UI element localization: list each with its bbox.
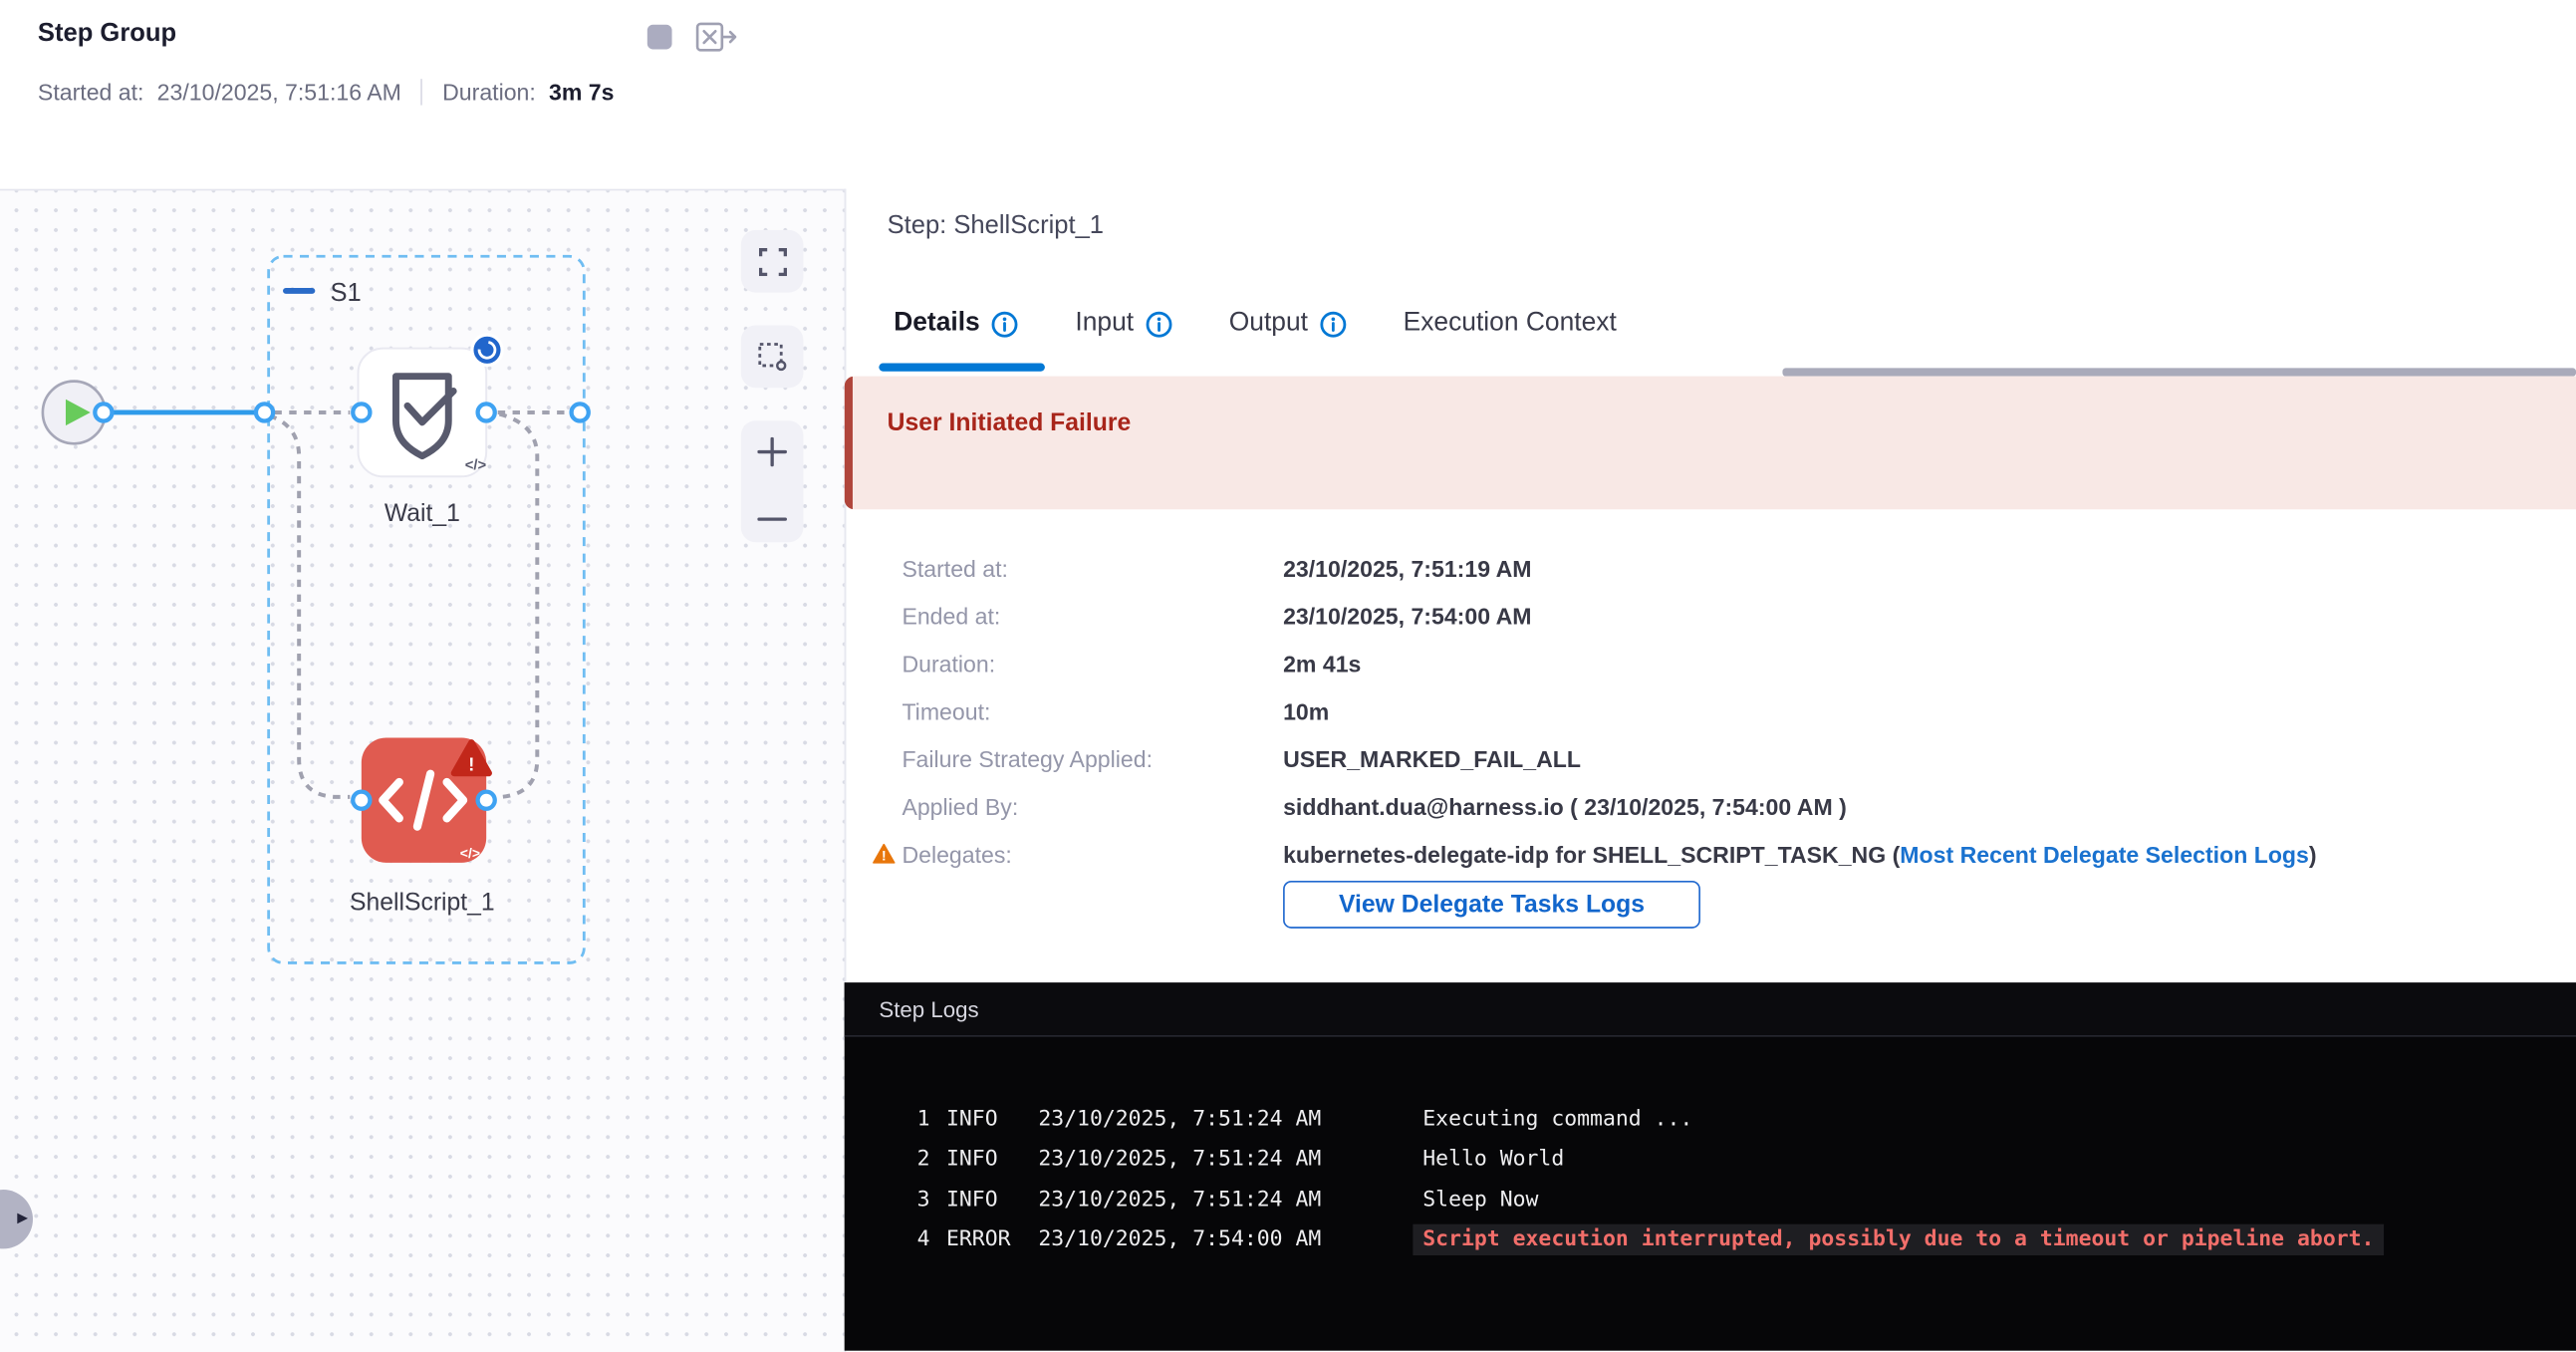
- template-code-icon: </>: [460, 845, 480, 861]
- step-details-list: Started at:23/10/2025, 7:51:19 AMEnded a…: [845, 544, 2576, 878]
- log-timestamp: 23/10/2025, 7:54:00 AM: [1038, 1227, 1360, 1252]
- log-message: Sleep Now: [1422, 1188, 1538, 1213]
- meta-divider: [421, 79, 423, 105]
- node-shellscript-1[interactable]: </> ! ShellScript_1: [350, 738, 495, 917]
- template-code-icon: </>: [465, 458, 487, 474]
- duration-label: Duration:: [442, 79, 536, 105]
- detail-row: Applied By:siddhant.dua@harness.io ( 23/…: [845, 782, 2576, 830]
- log-message: Executing command ...: [1422, 1107, 1692, 1132]
- info-icon[interactable]: [991, 310, 1019, 338]
- detail-value: 10m: [1283, 697, 1329, 723]
- step-panel-title: Step: ShellScript_1: [888, 212, 1104, 242]
- log-timestamp: 23/10/2025, 7:51:24 AM: [1038, 1148, 1360, 1173]
- abort-exit-icon[interactable]: [695, 20, 738, 65]
- log-level: INFO: [946, 1148, 1022, 1173]
- detail-label: Failure Strategy Applied:: [902, 745, 1283, 771]
- failure-banner: User Initiated Failure: [845, 376, 2576, 509]
- log-line: 4 ERROR 23/10/2025, 7:54:00 AM Script execu…: [845, 1220, 2576, 1260]
- running-status-badge: [472, 335, 502, 365]
- tab-input[interactable]: Input: [1075, 309, 1172, 339]
- stop-icon[interactable]: [647, 25, 672, 50]
- page-title: Step Group: [38, 20, 176, 50]
- detail-value: 23/10/2025, 7:51:19 AM: [1283, 555, 1531, 581]
- duration-value: 3m 7s: [549, 79, 614, 105]
- detail-label: Duration:: [902, 650, 1283, 676]
- step-logs-header: Step Logs: [845, 982, 2576, 1036]
- detail-value: 2m 41s: [1283, 650, 1361, 676]
- tab-execution-context[interactable]: Execution Context: [1404, 309, 1617, 339]
- chevron-right-icon: ▸: [17, 1205, 28, 1230]
- detail-label: Applied By:: [902, 793, 1283, 819]
- started-at-value: 23/10/2025, 7:51:16 AM: [157, 79, 401, 105]
- connection-ports[interactable]: [95, 404, 588, 808]
- info-icon[interactable]: [1320, 310, 1348, 338]
- log-line-number: 1: [903, 1107, 929, 1132]
- active-tab-indicator: [879, 363, 1045, 371]
- tab-label: Output: [1229, 309, 1308, 339]
- log-level: ERROR: [946, 1227, 1022, 1252]
- tab-details[interactable]: Details: [894, 309, 1019, 339]
- log-lines: 1 INFO 23/10/2025, 7:51:24 AM Executing com…: [845, 1037, 2576, 1260]
- fullscreen-button[interactable]: [741, 230, 804, 293]
- detail-row: Timeout:10m: [845, 686, 2576, 734]
- pipeline-canvas[interactable]: S1 </>: [0, 189, 846, 1352]
- zoom-in-button[interactable]: [757, 437, 787, 467]
- detail-value: siddhant.dua@harness.io ( 23/10/2025, 7:…: [1283, 793, 1847, 819]
- log-level: INFO: [946, 1188, 1022, 1213]
- view-delegate-tasks-logs-button[interactable]: View Delegate Tasks Logs: [1283, 881, 1700, 929]
- failure-banner-text: User Initiated Failure: [888, 408, 1132, 436]
- zoom-controls: [741, 420, 804, 542]
- fullscreen-icon: [758, 247, 786, 275]
- execution-meta: Started at: 23/10/2025, 7:51:16 AM Durat…: [38, 79, 615, 105]
- warning-icon: !: [873, 843, 896, 864]
- detail-label: Ended at:: [902, 602, 1283, 628]
- log-line: 1 INFO 23/10/2025, 7:51:24 AM Executing com…: [845, 1099, 2576, 1139]
- detail-label: Delegates:: [902, 841, 1283, 867]
- started-at-label: Started at:: [38, 79, 144, 105]
- log-timestamp: 23/10/2025, 7:51:24 AM: [1038, 1188, 1360, 1213]
- log-line-number: 2: [903, 1148, 929, 1173]
- step-logs-console[interactable]: Step Logs 1 INFO 23/10/2025, 7:51:24 AM Exe…: [845, 982, 2576, 1350]
- log-line-number: 4: [903, 1227, 929, 1252]
- detail-value: kubernetes-delegate-idp for SHELL_SCRIPT…: [1283, 841, 2317, 867]
- step-logs-title: Step Logs: [879, 996, 978, 1021]
- log-timestamp: 23/10/2025, 7:51:24 AM: [1038, 1107, 1360, 1132]
- tab-label: Input: [1075, 309, 1134, 339]
- tab-output[interactable]: Output: [1229, 309, 1348, 339]
- step-tabs: Details Input Output Execution Context: [894, 309, 1617, 339]
- marquee-select-icon: [757, 342, 787, 372]
- horizontal-scrollbar[interactable]: [1782, 368, 2576, 375]
- log-message: Hello World: [1422, 1148, 1564, 1173]
- log-line: 2 INFO 23/10/2025, 7:51:24 AM Hello World: [845, 1140, 2576, 1180]
- detail-row: Duration:2m 41s: [845, 640, 2576, 687]
- detail-row: Failure Strategy Applied:USER_MARKED_FAI…: [845, 734, 2576, 782]
- detail-label: Started at:: [902, 555, 1283, 581]
- detail-label: Timeout:: [902, 697, 1283, 723]
- zoom-out-button[interactable]: [757, 513, 787, 526]
- log-line-number: 3: [903, 1188, 929, 1213]
- detail-value: 23/10/2025, 7:54:00 AM: [1283, 602, 1531, 628]
- delegate-selection-logs-link[interactable]: Most Recent Delegate Selection Logs: [1900, 841, 2309, 867]
- tab-label: Details: [894, 309, 980, 339]
- group-label: S1: [330, 279, 361, 307]
- node-wait-1[interactable]: </> Wait_1: [359, 335, 503, 527]
- info-icon[interactable]: [1146, 310, 1173, 338]
- step-group-execution-screen: Step Group Started at: 23/10/2025, 7:51:…: [0, 0, 2576, 1351]
- svg-text:!: !: [882, 848, 887, 864]
- failure-banner-accent: [845, 376, 853, 509]
- marquee-select-button[interactable]: [741, 326, 804, 389]
- log-line: 3 INFO 23/10/2025, 7:51:24 AM Sleep Now: [845, 1180, 2576, 1219]
- svg-text:!: !: [468, 754, 474, 774]
- log-message: Script execution interrupted, possibly d…: [1413, 1224, 2384, 1255]
- detail-value: USER_MARKED_FAIL_ALL: [1283, 745, 1581, 771]
- node-label-wait: Wait_1: [385, 500, 460, 527]
- detail-row: Started at:23/10/2025, 7:51:19 AM: [845, 544, 2576, 592]
- node-label-shellscript: ShellScript_1: [350, 890, 495, 917]
- log-level: INFO: [946, 1107, 1022, 1132]
- detail-row: ! Delegates:kubernetes-delegate-idp for S…: [845, 830, 2576, 878]
- tab-label: Execution Context: [1404, 309, 1617, 339]
- detail-row: Ended at:23/10/2025, 7:54:00 AM: [845, 592, 2576, 640]
